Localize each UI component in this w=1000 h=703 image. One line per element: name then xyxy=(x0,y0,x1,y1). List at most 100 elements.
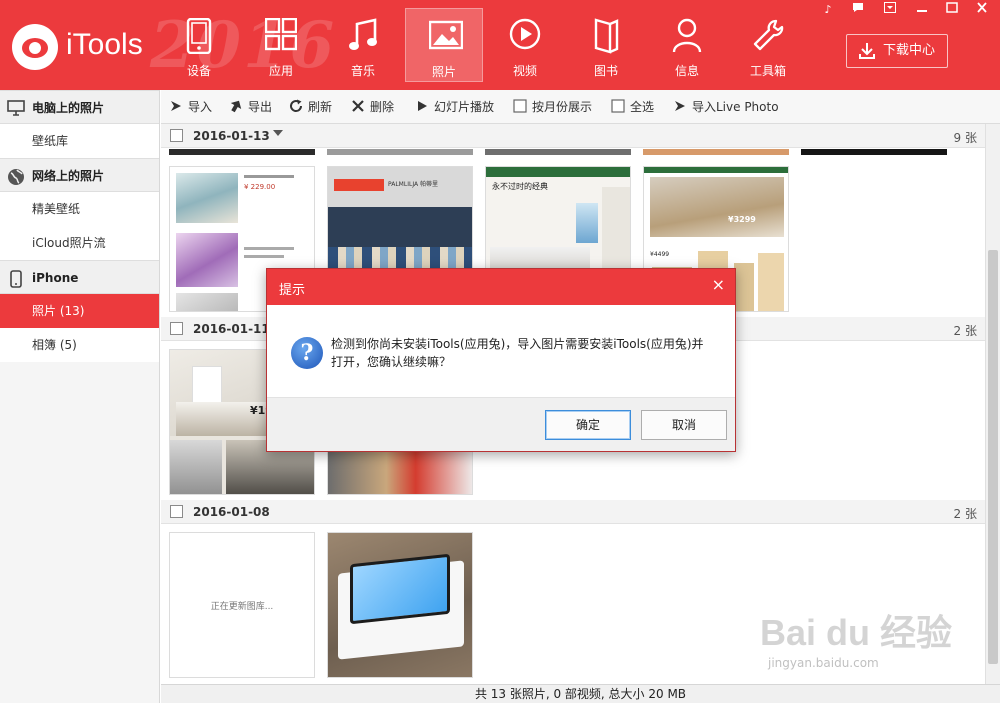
nav-info[interactable]: 信息 xyxy=(648,8,726,82)
date-group-count: 2 张 xyxy=(953,507,977,521)
date-group-count: 2 张 xyxy=(953,324,977,338)
globe-icon xyxy=(8,169,24,185)
question-icon: ? xyxy=(291,337,323,369)
nav-toolbox[interactable]: 工具箱 xyxy=(729,8,807,82)
download-icon xyxy=(859,43,875,59)
export-icon xyxy=(230,100,242,113)
sidebar: 电脑上的照片 壁纸库 网络上的照片 精美壁纸 iCloud照片流 iPhone … xyxy=(0,90,160,703)
select-all-checkbox[interactable]: 全选 xyxy=(611,90,654,124)
date-group-header: 2016-01-08 2 张 xyxy=(161,500,985,524)
select-all-label: 全选 xyxy=(630,100,655,114)
export-label: 导出 xyxy=(248,100,273,114)
video-icon xyxy=(509,18,541,50)
dialog-title: 提示 xyxy=(279,283,306,298)
export-button[interactable]: 导出 xyxy=(229,90,272,124)
chat-icon[interactable] xyxy=(842,0,874,20)
dialog-close-icon[interactable]: × xyxy=(712,275,725,295)
monitor-icon xyxy=(7,100,25,116)
nav-apps[interactable]: 应用 xyxy=(242,8,320,82)
music-note-icon[interactable]: ♪ xyxy=(812,0,844,20)
sidebar-item-icloud-photo-stream[interactable]: iCloud照片流 xyxy=(0,226,159,260)
delete-button[interactable]: 删除 xyxy=(351,90,394,124)
photo-thumbnail[interactable] xyxy=(327,532,473,678)
nav-device[interactable]: 设备 xyxy=(160,8,238,82)
user-icon xyxy=(672,18,702,53)
caption-text: 永不过时的经典 xyxy=(492,182,548,191)
price-text: ¥3299 xyxy=(728,215,756,224)
delete-label: 删除 xyxy=(370,100,395,114)
maximize-icon[interactable] xyxy=(936,0,968,20)
updating-library-text: 正在更新图库... xyxy=(210,602,274,612)
sidebar-group-iphone[interactable]: iPhone xyxy=(0,260,159,294)
photo-thumbnail-partial[interactable] xyxy=(327,149,473,155)
scrollbar-thumb[interactable] xyxy=(988,250,998,664)
cancel-button[interactable]: 取消 xyxy=(641,410,727,440)
nav-info-label: 信息 xyxy=(674,64,699,78)
date-group-label: 2016-01-11 xyxy=(193,322,270,336)
photo-thumbnail-partial[interactable] xyxy=(169,149,315,155)
refresh-icon xyxy=(290,99,303,112)
photo-thumbnail-partial[interactable] xyxy=(801,149,947,155)
sidebar-item-photos[interactable]: 照片 (13) xyxy=(0,294,159,328)
slideshow-button[interactable]: 幻灯片播放 xyxy=(415,90,494,124)
import-icon xyxy=(171,101,181,111)
date-group-checkbox[interactable] xyxy=(170,505,183,518)
sidebar-group-label: 电脑上的照片 xyxy=(32,101,105,115)
device-icon xyxy=(186,18,212,54)
sidebar-item-albums[interactable]: 相簿 (5) xyxy=(0,328,159,362)
sidebar-group-label: 网络上的照片 xyxy=(32,169,105,183)
by-month-checkbox[interactable]: 按月份展示 xyxy=(513,90,592,124)
photo-thumbnail-partial[interactable] xyxy=(643,149,789,155)
import-button[interactable]: 导入 xyxy=(169,90,212,124)
by-month-label: 按月份展示 xyxy=(532,100,593,114)
refresh-label: 刷新 xyxy=(308,100,333,114)
nav-book[interactable]: 图书 xyxy=(567,8,645,82)
vertical-scrollbar[interactable] xyxy=(985,124,1000,684)
nav-photo[interactable]: 照片 xyxy=(405,8,483,82)
price-text: ¥4499 xyxy=(650,251,670,258)
confirm-button[interactable]: 确定 xyxy=(545,410,631,440)
download-center-label: 下载中心 xyxy=(883,43,936,58)
sidebar-item-fine-wallpapers[interactable]: 精美壁纸 xyxy=(0,192,159,226)
import-label: 导入 xyxy=(188,100,213,114)
chevron-down-icon[interactable] xyxy=(273,130,283,136)
date-group-checkbox[interactable] xyxy=(170,129,183,142)
close-icon[interactable] xyxy=(966,0,998,20)
minimize-icon[interactable] xyxy=(906,0,938,20)
sidebar-group-online-photos[interactable]: 网络上的照片 xyxy=(0,158,159,192)
photo-thumbnail-partial[interactable] xyxy=(485,149,631,155)
nav-video-label: 视频 xyxy=(512,64,537,78)
book-icon xyxy=(594,18,619,54)
apps-icon xyxy=(265,18,297,51)
nav-video[interactable]: 视频 xyxy=(486,8,564,82)
itools-logo: iTools xyxy=(12,22,162,74)
prompt-dialog: 提示 × ? 检测到你尚未安装iTools(应用兔)，导入图片需要安装iTool… xyxy=(266,268,736,452)
nav-apps-label: 应用 xyxy=(268,64,293,78)
nav-photo-label: 照片 xyxy=(431,65,456,79)
date-group-checkbox[interactable] xyxy=(170,322,183,335)
import-live-photo-button[interactable]: 导入Live Photo xyxy=(673,90,779,124)
banner-text: PALMLILJA 帕蒂里 xyxy=(388,181,438,188)
logo-eye-icon xyxy=(12,24,58,70)
photo-icon xyxy=(429,20,463,50)
dialog-header: 提示 × xyxy=(267,269,735,305)
nav-music[interactable]: 音乐 xyxy=(324,8,402,82)
checkbox-icon xyxy=(513,99,527,113)
date-group-label: 2016-01-13 xyxy=(193,129,270,143)
nav-music-label: 音乐 xyxy=(350,64,375,78)
sidebar-group-computer-photos[interactable]: 电脑上的照片 xyxy=(0,90,159,124)
menu-icon[interactable] xyxy=(874,0,906,20)
price-text: ¥ 229.00 xyxy=(244,183,276,191)
import-live-photo-label: 导入Live Photo xyxy=(692,100,779,114)
photo-thumbnail-loading[interactable]: 正在更新图库... xyxy=(169,532,315,678)
date-group-label: 2016-01-08 xyxy=(193,505,270,519)
sidebar-group-label: iPhone xyxy=(32,271,79,285)
phone-icon xyxy=(10,270,22,288)
sidebar-item-wallpaper-library[interactable]: 壁纸库 xyxy=(0,124,159,158)
delete-icon xyxy=(352,100,364,112)
date-group-header: 2016-01-13 9 张 xyxy=(161,124,985,148)
refresh-button[interactable]: 刷新 xyxy=(289,90,332,124)
dialog-message: 检测到你尚未安装iTools(应用兔)，导入图片需要安装iTools(应用兔)并… xyxy=(331,337,704,369)
dialog-footer: 确定 取消 xyxy=(267,397,735,451)
download-center-button[interactable]: 下载中心 xyxy=(846,34,948,68)
